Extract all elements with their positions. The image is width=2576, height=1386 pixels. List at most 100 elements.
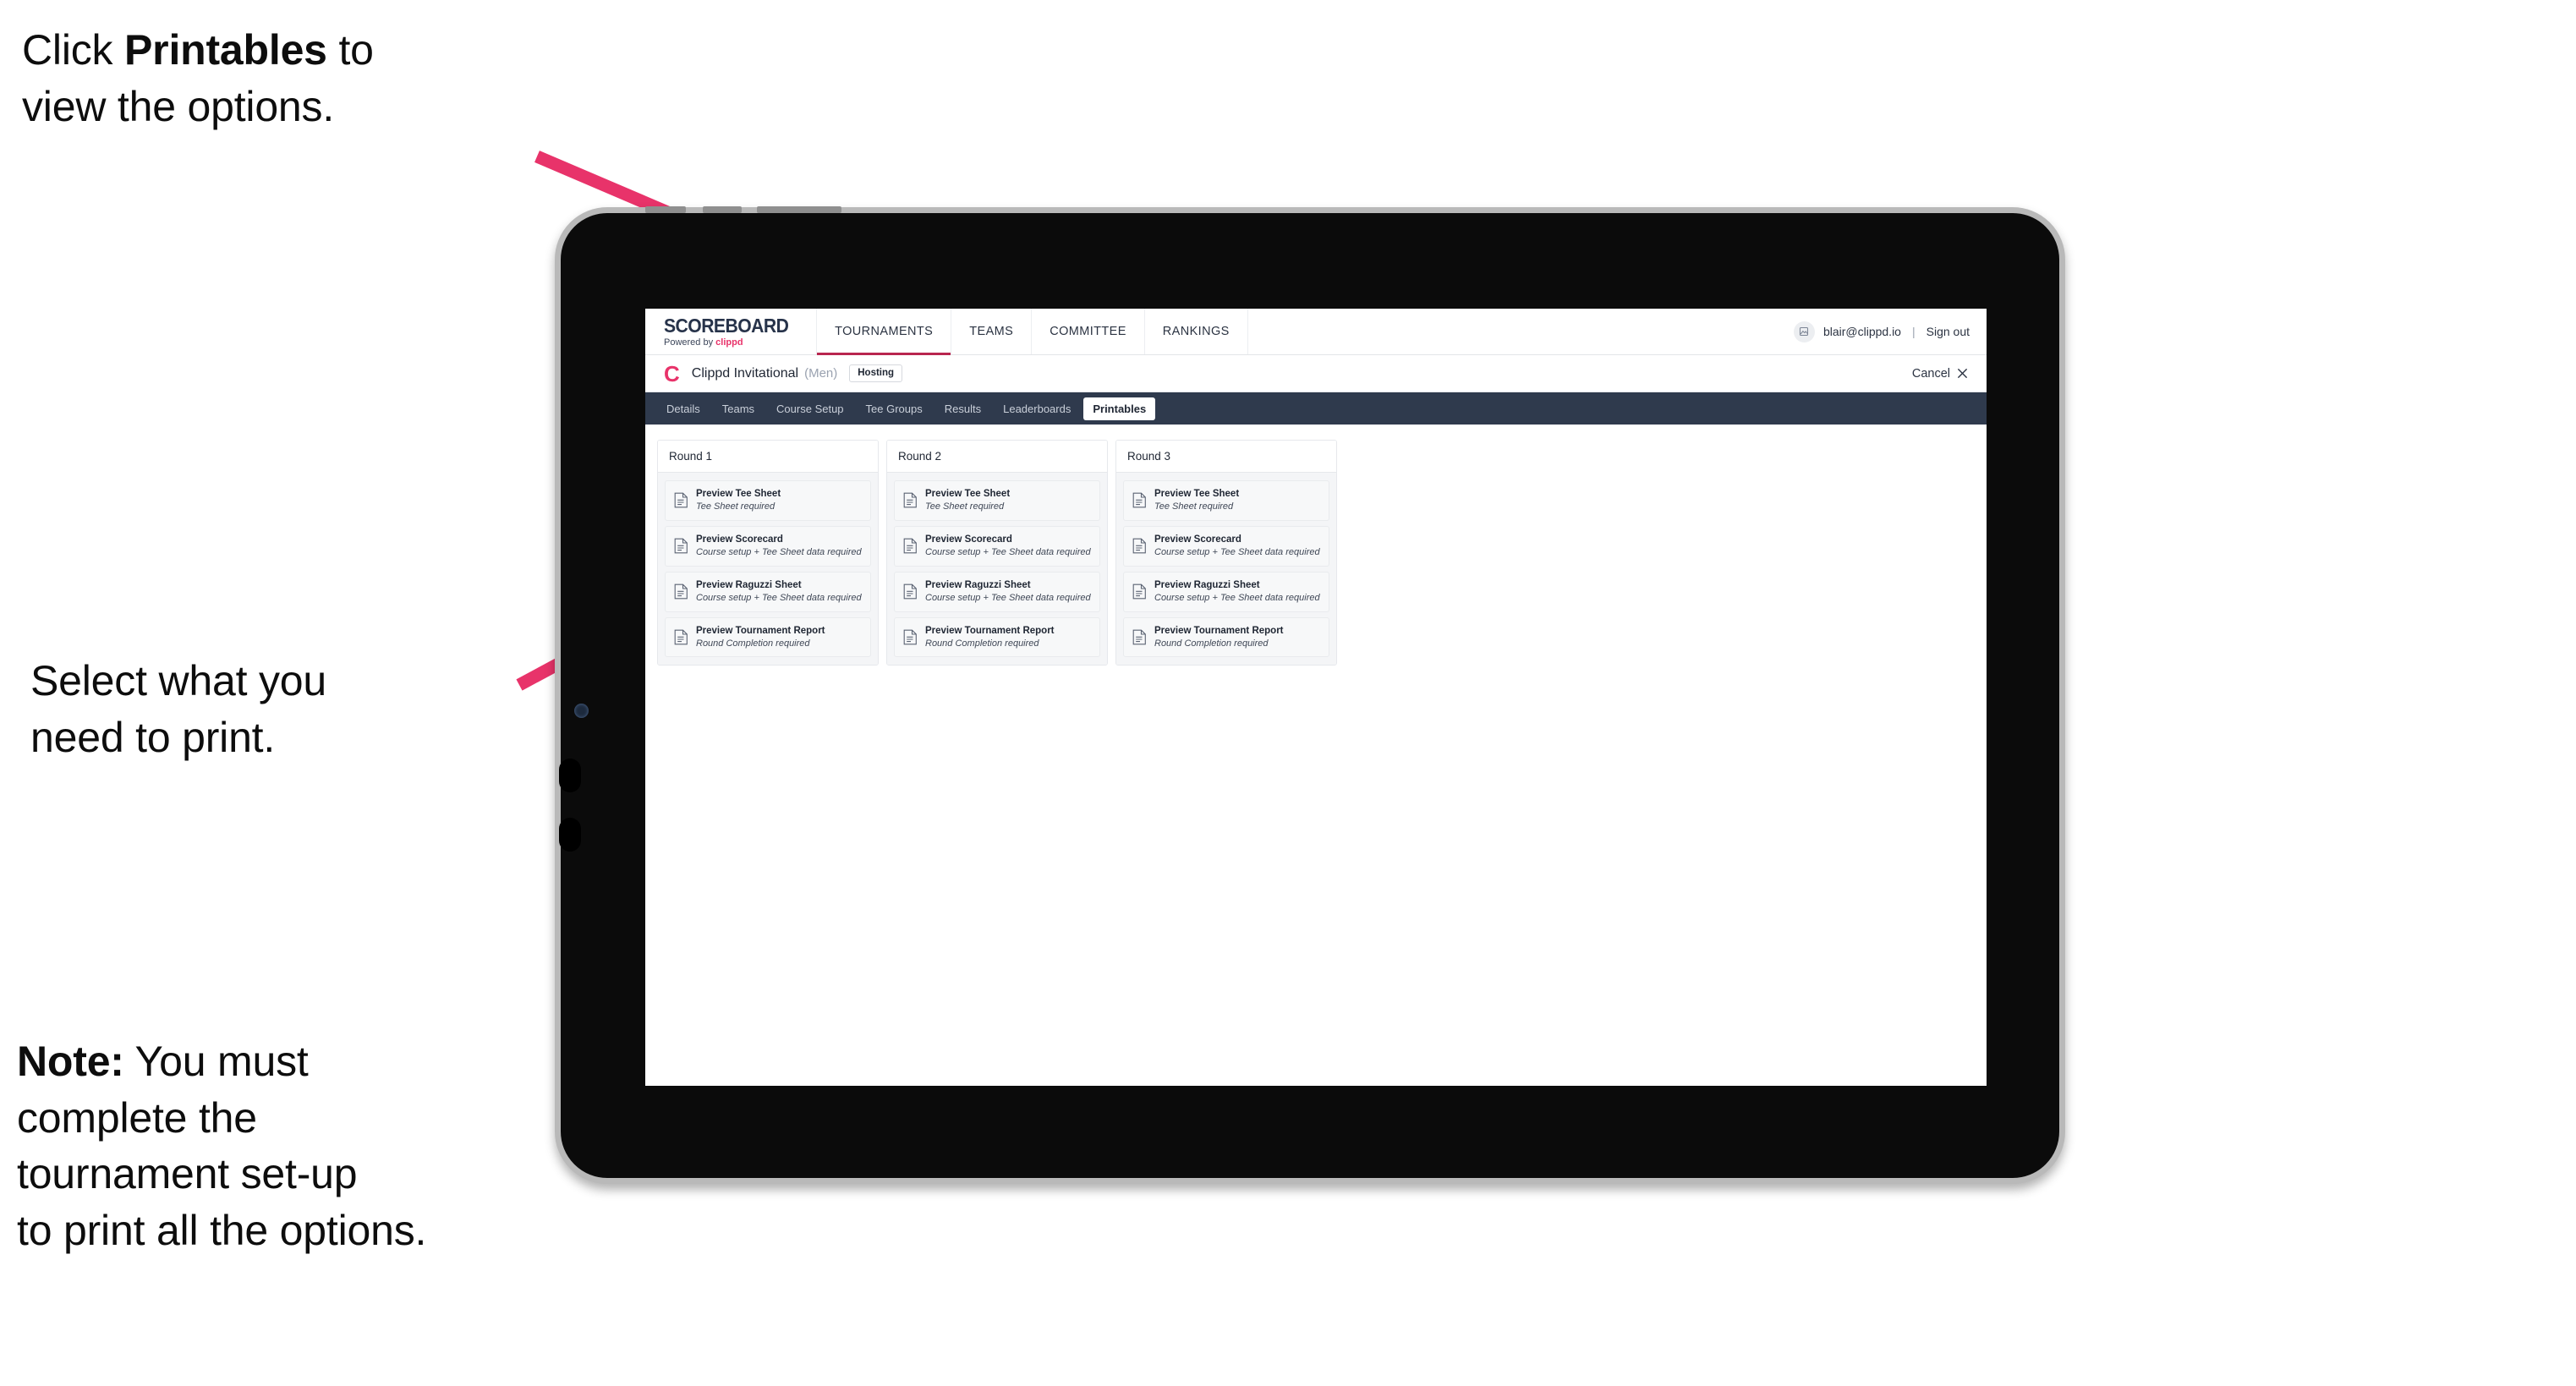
annotation-select-print: Select what you need to print. <box>30 657 326 761</box>
sign-out-link[interactable]: Sign out <box>1927 325 1970 338</box>
printable-item-requirement: Course setup + Tee Sheet data required <box>925 592 1091 603</box>
printable-item-text: Preview Tournament Report Round Completio… <box>1154 626 1284 649</box>
printable-item-title: Preview Scorecard <box>696 534 783 545</box>
tab-results[interactable]: Results <box>935 397 990 420</box>
printable-item-title: Preview Tournament Report <box>925 625 1055 636</box>
printable-item[interactable]: Preview Scorecard Course setup + Tee Shee… <box>894 525 1100 567</box>
user-separator: | <box>1911 325 1916 338</box>
printable-item-text: Preview Tee Sheet Tee Sheet required <box>696 489 781 512</box>
nav-item-tournaments[interactable]: TOURNAMENTS <box>816 309 951 355</box>
tablet-top-notch <box>703 206 742 213</box>
volume-up-button[interactable] <box>559 759 581 792</box>
brand-logo[interactable]: SCOREBOARD Powered by clippd <box>645 309 816 354</box>
clippd-brand-text: clippd <box>715 337 743 348</box>
printable-item-title: Preview Tournament Report <box>1154 625 1284 636</box>
printable-item-title: Preview Tournament Report <box>696 625 825 636</box>
cancel-label: Cancel <box>1911 366 1950 381</box>
document-icon <box>674 629 688 645</box>
printable-item-requirement: Course setup + Tee Sheet data required <box>1154 547 1320 558</box>
printable-item-text: Preview Raguzzi Sheet Course setup + Tee … <box>1154 580 1320 604</box>
nav-item-teams[interactable]: TEAMS <box>951 309 1031 354</box>
printable-item[interactable]: Preview Raguzzi Sheet Course setup + Tee … <box>665 571 871 612</box>
printable-item-requirement: Tee Sheet required <box>925 501 1005 512</box>
printable-item-text: Preview Tee Sheet Tee Sheet required <box>925 489 1010 512</box>
printable-item-requirement: Round Completion required <box>1154 638 1269 649</box>
round-title: Round 1 <box>658 441 878 473</box>
round-items-list: Preview Tee Sheet Tee Sheet required Previ… <box>887 473 1107 666</box>
document-icon <box>1132 538 1147 554</box>
tab-course-setup[interactable]: Course Setup <box>767 397 853 420</box>
printable-item[interactable]: Preview Tournament Report Round Completio… <box>894 616 1100 658</box>
tab-printables[interactable]: Printables <box>1083 397 1156 420</box>
round-card: Round 3 Preview Tee Sheet Tee Sheet requir… <box>1115 440 1337 666</box>
printable-item-text: Preview Tee Sheet Tee Sheet required <box>1154 489 1239 512</box>
printable-item-text: Preview Tournament Report Round Completio… <box>696 626 825 649</box>
tablet-device-frame: SCOREBOARD Powered by clippd TOURNAMENTS… <box>555 206 2065 1184</box>
top-navigation-bar: SCOREBOARD Powered by clippd TOURNAMENTS… <box>645 309 1987 355</box>
document-icon <box>674 538 688 554</box>
printable-item-title: Preview Scorecard <box>925 534 1012 545</box>
printable-item-requirement: Round Completion required <box>925 638 1039 649</box>
nav-item-committee[interactable]: COMMITTEE <box>1031 309 1144 354</box>
printable-item[interactable]: Preview Raguzzi Sheet Course setup + Tee … <box>894 571 1100 612</box>
camera-icon <box>574 704 589 718</box>
printable-item-title: Preview Raguzzi Sheet <box>925 579 1031 590</box>
rounds-container: Round 1 Preview Tee Sheet Tee Sheet requir… <box>657 440 1975 666</box>
volume-down-button[interactable] <box>559 818 581 852</box>
printables-content: Round 1 Preview Tee Sheet Tee Sheet requir… <box>645 425 1987 1086</box>
tab-tee-groups[interactable]: Tee Groups <box>857 397 932 420</box>
tab-teams[interactable]: Teams <box>713 397 764 420</box>
tab-leaderboards[interactable]: Leaderboards <box>994 397 1080 420</box>
document-icon <box>1132 629 1147 645</box>
round-card: Round 1 Preview Tee Sheet Tee Sheet requir… <box>657 440 879 666</box>
printable-item[interactable]: Preview Tournament Report Round Completio… <box>1123 616 1329 658</box>
brand-title: SCOREBOARD <box>664 314 789 337</box>
annotation-click-printables: Click Printables to view the options. <box>22 26 374 130</box>
printable-item-requirement: Course setup + Tee Sheet data required <box>925 547 1091 558</box>
printable-item[interactable]: Preview Tee Sheet Tee Sheet required <box>894 480 1100 521</box>
printable-item-requirement: Course setup + Tee Sheet data required <box>696 547 862 558</box>
printable-item-title: Preview Raguzzi Sheet <box>1154 579 1260 590</box>
printable-item-text: Preview Scorecard Course setup + Tee Shee… <box>696 534 862 558</box>
round-items-list: Preview Tee Sheet Tee Sheet required Previ… <box>1116 473 1336 666</box>
printable-item[interactable]: Preview Tee Sheet Tee Sheet required <box>1123 480 1329 521</box>
nav-spacer <box>1247 309 1777 354</box>
clippd-logo-icon: C <box>664 360 680 386</box>
printable-item-text: Preview Raguzzi Sheet Course setup + Tee … <box>925 580 1091 604</box>
printable-item-text: Preview Tournament Report Round Completio… <box>925 626 1055 649</box>
printable-item-requirement: Tee Sheet required <box>696 501 776 512</box>
nav-item-rankings[interactable]: RANKINGS <box>1143 309 1247 354</box>
printable-item[interactable]: Preview Raguzzi Sheet Course setup + Tee … <box>1123 571 1329 612</box>
round-title: Round 3 <box>1116 441 1336 473</box>
printable-item[interactable]: Preview Scorecard Course setup + Tee Shee… <box>665 525 871 567</box>
round-title: Round 2 <box>887 441 1107 473</box>
app-screen: SCOREBOARD Powered by clippd TOURNAMENTS… <box>645 309 1987 1086</box>
printable-item-title: Preview Tee Sheet <box>1154 489 1240 499</box>
printable-item-requirement: Round Completion required <box>696 638 810 649</box>
brand-subtitle: Powered by clippd <box>664 337 799 348</box>
tournament-header-bar: C Clippd Invitational (Men) Hosting Canc… <box>645 355 1987 392</box>
document-icon <box>903 492 918 508</box>
close-icon <box>1957 368 1968 379</box>
printable-item-title: Preview Scorecard <box>1154 534 1241 545</box>
user-avatar-icon[interactable] <box>1793 320 1815 342</box>
document-icon <box>903 538 918 554</box>
cancel-button[interactable]: Cancel <box>1912 367 1968 381</box>
printable-item[interactable]: Preview Tournament Report Round Completio… <box>665 616 871 658</box>
printable-item[interactable]: Preview Tee Sheet Tee Sheet required <box>665 480 871 521</box>
document-icon <box>1132 583 1147 600</box>
printable-item[interactable]: Preview Scorecard Course setup + Tee Shee… <box>1123 525 1329 567</box>
printable-item-requirement: Course setup + Tee Sheet data required <box>696 592 862 603</box>
user-account-area: blair@clippd.io | Sign out <box>1777 309 1987 354</box>
tab-details[interactable]: Details <box>657 397 710 420</box>
printable-item-title: Preview Tee Sheet <box>925 489 1011 499</box>
page-root: Click Printables to view the options. Se… <box>0 0 2576 1386</box>
document-icon <box>903 629 918 645</box>
document-icon <box>674 492 688 508</box>
document-icon <box>1132 492 1147 508</box>
tournament-gender: (Men) <box>804 366 838 381</box>
printable-item-title: Preview Tee Sheet <box>696 489 781 499</box>
user-email: blair@clippd.io <box>1822 325 1901 338</box>
printable-item-text: Preview Raguzzi Sheet Course setup + Tee … <box>696 580 862 604</box>
tablet-top-notch <box>757 206 841 213</box>
